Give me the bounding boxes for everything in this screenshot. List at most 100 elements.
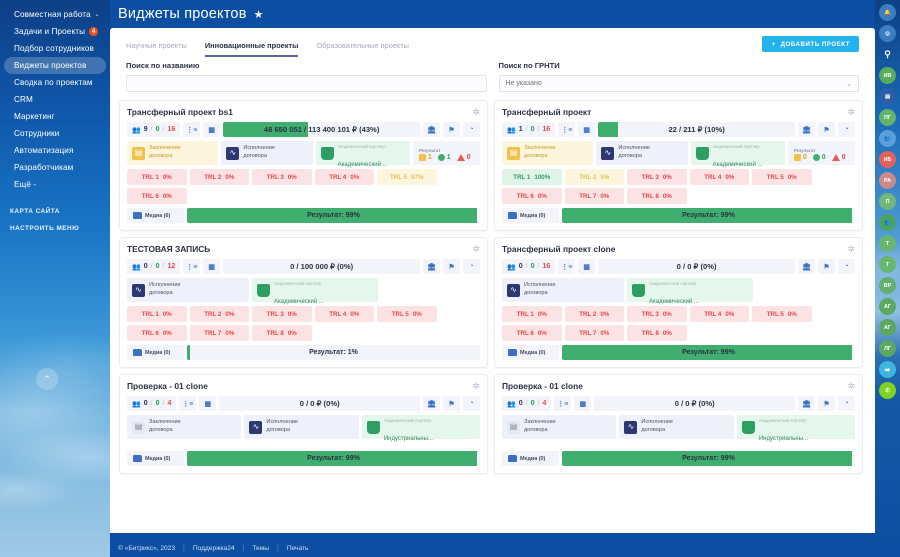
stage-1[interactable]: Академический партнёр: Академический ... [252,278,378,305]
people-count-chip[interactable]: 👥 0/0/4 [502,396,552,411]
trl-badge-6[interactable]: TRL 7 0% [564,325,624,341]
trl-badge-4[interactable]: TRL 5 0% [377,306,437,322]
stage-0[interactable]: ▤ Заключение договора [502,141,594,165]
globe-icon[interactable]: ◔ [838,122,855,137]
stage-0[interactable]: ∿ Исполнение договора [127,278,249,302]
media-chip[interactable]: Медиа (0) [502,451,559,466]
star-icon[interactable]: ★ [254,8,264,21]
people-count-chip[interactable]: 👥 0/0/4 [127,396,177,411]
avatar-p[interactable]: П [879,193,896,210]
scroll-to-top-icon[interactable]: ⌃ [36,368,58,390]
stage-2[interactable]: Академический партнёр: Индустриальны... [736,415,855,442]
nav-sublink-0[interactable]: КАРТА САЙТА [0,203,110,220]
calendar-icon[interactable]: ▦ [199,396,217,411]
gear-icon[interactable]: ✲ [472,381,480,391]
nav-item-0[interactable]: Совместная работа ⌄ [4,6,106,23]
stage-2[interactable]: Академический партнёр: Индустриальны... [361,415,480,442]
avatar-ag[interactable]: АГ [879,298,896,315]
trl-badge-2[interactable]: TRL 3 0% [627,306,687,322]
media-chip[interactable]: Медиа (0) [127,451,184,466]
flag-icon[interactable]: ⚑ [443,122,460,137]
flag-icon[interactable]: ⚑ [818,396,835,411]
trl-badge-1[interactable]: TRL 2 0% [189,306,249,322]
gear-icon[interactable]: ✲ [472,244,480,254]
stage-1[interactable]: ∿ Исполнение договора [596,141,688,165]
stage-0[interactable]: ∿ Исполнение договора [502,278,624,302]
trl-badge-5[interactable]: TRL 6 0% [127,188,187,204]
media-chip[interactable]: Медиа (0) [502,345,559,360]
globe-icon[interactable]: ◔ [463,122,480,137]
stage-2[interactable]: Академический партнёр: Академический ... [315,141,410,168]
stage-1[interactable]: ∿ Исполнение договора [221,141,313,165]
calendar-icon[interactable]: ▦ [203,259,221,274]
avatar-ra[interactable]: РА [879,172,896,189]
nav-item-1[interactable]: Задачи и Проекты 4 [4,23,106,40]
flag-icon[interactable]: ⚑ [443,259,460,274]
structure-icon[interactable]: ⋮≡ [558,122,576,137]
report-icon[interactable]: 🏛 [423,122,440,137]
trl-badge-2[interactable]: TRL 3 0% [252,306,312,322]
gear-icon[interactable]: ✲ [472,107,480,117]
stage-0[interactable]: ▤ Заключение договора [502,415,617,439]
structure-icon[interactable]: ⋮≡ [183,122,201,137]
gear-icon[interactable]: ✲ [847,107,855,117]
footer-link-1[interactable]: Темы [244,545,277,552]
nav-item-9[interactable]: Разработчикам [4,159,106,176]
trl-badge-4[interactable]: TRL 5 0% [752,306,812,322]
trl-badge-1[interactable]: TRL 2 0% [189,169,249,185]
nav-sublink-1[interactable]: НАСТРОИТЬ МЕНЮ [0,220,110,237]
stage-1[interactable]: ∿ Исполнение договора [244,415,359,439]
calendar-icon[interactable]: ▦ [578,122,596,137]
footer-link-0[interactable]: Поддержка24 [185,545,243,552]
trl-badge-4[interactable]: TRL 5 0% [752,169,812,185]
trl-badge-1[interactable]: TRL 2 5% [564,169,624,185]
group-icon[interactable]: 👥 [879,130,896,147]
globe-icon[interactable]: ◔ [838,259,855,274]
people-count-chip[interactable]: 👥 0/0/12 [127,259,181,274]
globe-icon[interactable]: ◔ [463,396,480,411]
flag-icon[interactable]: ⚑ [818,122,835,137]
trl-badge-3[interactable]: TRL 4 0% [689,169,749,185]
avatar-ag2[interactable]: АГ [879,319,896,336]
trl-badge-0[interactable]: TRL 1 0% [127,306,187,322]
avatar-ib[interactable]: ИБ [879,151,896,168]
nav-item-5[interactable]: CRM [4,91,106,108]
avatar-pg[interactable]: ПГ [879,109,896,126]
trl-badge-7[interactable]: TRL 8 0% [627,325,687,341]
globe-icon[interactable]: ◔ [463,259,480,274]
trl-badge-7[interactable]: TRL 8 0% [627,188,687,204]
nav-item-6[interactable]: Маркетинг [4,108,106,125]
flag-icon[interactable]: ⚑ [443,396,460,411]
trl-badge-6[interactable]: TRL 7 0% [564,188,624,204]
stage-0[interactable]: ▤ Заключение договора [127,415,242,439]
report-icon[interactable]: 🏛 [798,122,815,137]
trl-badge-4[interactable]: TRL 5 67% [377,169,437,185]
nav-item-8[interactable]: Автоматизация [4,142,106,159]
trl-badge-6[interactable]: TRL 7 0% [189,325,249,341]
stage-0[interactable]: ▤ Заключение договора [127,141,219,165]
people-count-chip[interactable]: 👥 9/0/16 [127,122,181,137]
clock-icon[interactable]: ◎ [879,25,896,42]
gear-icon[interactable]: ✲ [847,381,855,391]
trl-badge-0[interactable]: TRL 1 0% [502,306,562,322]
logout-icon[interactable]: ⮕ [879,361,896,378]
phone-icon[interactable]: ✆ [879,382,896,399]
search-name-input[interactable] [126,75,487,92]
grnti-select[interactable]: Не указано ⌄ [498,75,859,92]
trl-badge-5[interactable]: TRL 6 0% [502,188,562,204]
report-icon[interactable]: 🏛 [423,259,440,274]
tab-2[interactable]: Образовательные проекты [316,41,409,57]
trl-badge-5[interactable]: TRL 6 0% [127,325,187,341]
tab-1[interactable]: Инновационные проекты [204,41,299,57]
tab-0[interactable]: Научные проекты [126,41,187,57]
people-count-chip[interactable]: 👥 1/0/16 [502,122,556,137]
people-count-chip[interactable]: 👥 0/0/16 [502,259,556,274]
nav-item-2[interactable]: Подбор сотрудников [4,40,106,57]
trl-badge-2[interactable]: TRL 3 0% [627,169,687,185]
stage-1[interactable]: Академический партнёр: Академический ... [627,278,753,305]
avatar-t2[interactable]: Т [879,256,896,273]
trl-badge-2[interactable]: TRL 3 0% [252,169,312,185]
bell-icon[interactable]: 🔔 [879,4,896,21]
search-icon[interactable]: ⚲ [879,46,896,63]
calendar-icon[interactable]: ▦ [574,396,592,411]
